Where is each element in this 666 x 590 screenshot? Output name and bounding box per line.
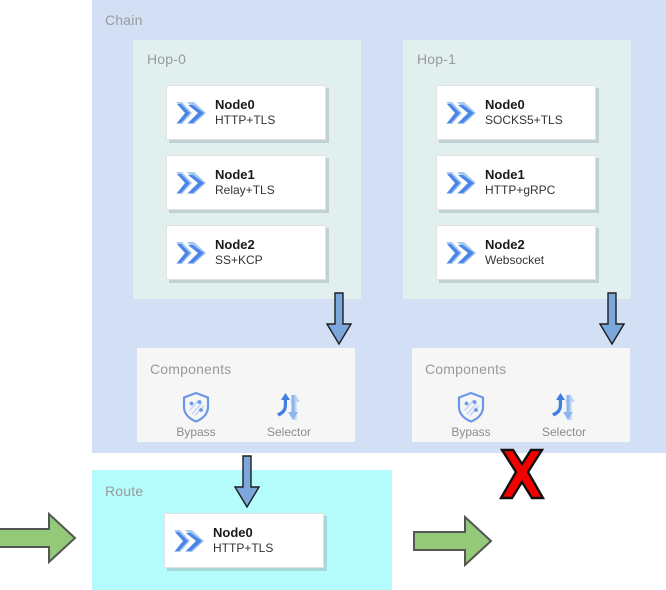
route-title: Route: [105, 483, 144, 499]
components-title: Components: [425, 361, 507, 377]
chain-container: Chain Hop-0 Node0 HTTP+TLS Node1 Relay+T…: [92, 0, 666, 453]
node-protocol: HTTP+gRPC: [485, 183, 556, 198]
hop-0-title: Hop-0: [147, 51, 187, 67]
shield-icon: [164, 391, 228, 423]
components-title: Components: [150, 361, 232, 377]
selector-arrows-icon: [257, 391, 321, 423]
node-text: Node1 HTTP+gRPC: [485, 167, 555, 199]
node-text: Node1 Relay+TLS: [215, 167, 275, 199]
component-bypass[interactable]: Bypass: [164, 391, 228, 439]
double-chevron-icon: [165, 521, 213, 561]
node-text: Node2 SS+KCP: [215, 237, 263, 269]
green-right-arrow-icon: [0, 510, 77, 566]
node-text: Node0 HTTP+TLS: [215, 97, 275, 129]
component-label: Bypass: [451, 425, 491, 439]
component-selector[interactable]: Selector: [257, 391, 321, 439]
node-text: Node0 HTTP+TLS: [213, 525, 273, 557]
down-arrow-icon: [233, 455, 261, 509]
component-selector[interactable]: Selector: [532, 391, 596, 439]
node-name: Node0: [485, 96, 525, 112]
double-chevron-icon: [167, 93, 215, 133]
double-chevron-icon: [437, 233, 485, 273]
double-chevron-icon: [167, 233, 215, 273]
node-text: Node2 Websocket: [485, 237, 544, 269]
selector-arrows-icon: [532, 391, 596, 423]
node-name: Node1: [215, 166, 255, 182]
components-container-hop-0: Components Bypass Selector: [137, 348, 355, 442]
double-chevron-icon: [437, 93, 485, 133]
node-name: Node1: [485, 166, 525, 182]
node-card[interactable]: Node1 Relay+TLS: [166, 155, 326, 210]
node-card[interactable]: Node0 HTTP+TLS: [166, 85, 326, 140]
double-chevron-icon: [437, 163, 485, 203]
node-card[interactable]: Node0 HTTP+TLS: [164, 513, 324, 568]
double-chevron-icon: [167, 163, 215, 203]
node-card[interactable]: Node2 Websocket: [436, 225, 596, 280]
hop-0-container: Hop-0 Node0 HTTP+TLS Node1 Relay+TLS Nod…: [133, 40, 361, 299]
node-protocol: HTTP+TLS: [215, 113, 276, 128]
component-label: Bypass: [176, 425, 216, 439]
green-right-arrow-icon: [413, 513, 493, 569]
down-arrow-icon: [325, 292, 353, 346]
node-protocol: Relay+TLS: [215, 183, 275, 198]
node-card[interactable]: Node1 HTTP+gRPC: [436, 155, 596, 210]
shield-icon: [439, 391, 503, 423]
down-arrow-icon: [598, 292, 626, 346]
component-bypass[interactable]: Bypass: [439, 391, 503, 439]
node-card[interactable]: Node2 SS+KCP: [166, 225, 326, 280]
node-card[interactable]: Node0 SOCKS5+TLS: [436, 85, 596, 140]
red-x-icon: [494, 446, 550, 504]
node-name: Node2: [215, 236, 255, 252]
node-protocol: Websocket: [485, 253, 545, 268]
chain-title: Chain: [105, 12, 143, 28]
node-name: Node2: [485, 236, 525, 252]
node-name: Node0: [213, 524, 253, 540]
node-protocol: SS+KCP: [215, 253, 263, 268]
node-text: Node0 SOCKS5+TLS: [485, 97, 563, 129]
component-label: Selector: [266, 425, 312, 439]
node-name: Node0: [215, 96, 255, 112]
component-label: Selector: [541, 425, 587, 439]
node-protocol: SOCKS5+TLS: [485, 113, 563, 128]
hop-1-container: Hop-1 Node0 SOCKS5+TLS Node1 HTTP+gRPC N…: [403, 40, 631, 299]
node-protocol: HTTP+TLS: [213, 541, 274, 556]
components-container-hop-1: Components Bypass Selector: [412, 348, 630, 442]
hop-1-title: Hop-1: [417, 51, 457, 67]
